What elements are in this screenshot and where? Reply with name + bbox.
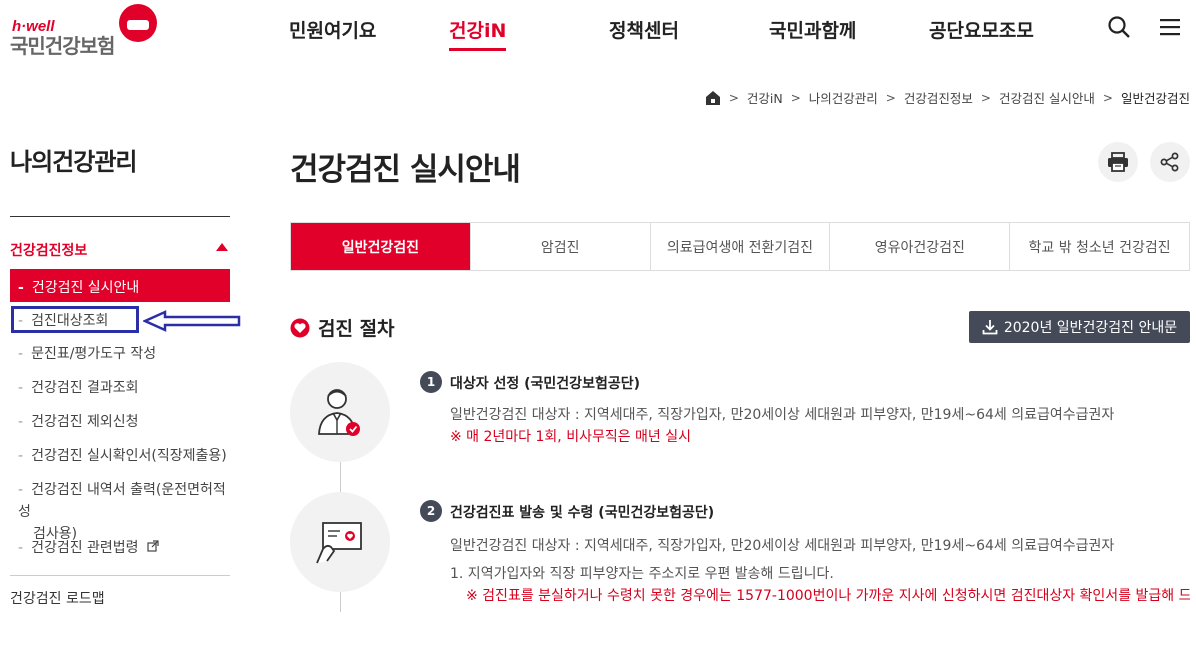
- download-icon: [982, 320, 998, 335]
- external-link-icon: [147, 540, 159, 552]
- annotation-arrow-icon: [143, 310, 241, 332]
- sidebar-item-label: 건강검진 실시안내: [31, 280, 140, 296]
- step-description: 일반건강검진 대상자 : 지역세대주, 직장가입자, 만20세이상 세대원과 피…: [450, 538, 1115, 554]
- global-nav: 민원여기요 건강iN 정책센터 국민과함께 공단요모조모: [0, 16, 1196, 51]
- step-number-badge: 1: [420, 371, 442, 393]
- breadcrumb-item[interactable]: 나의건강관리: [809, 88, 878, 107]
- sidebar-section-label: 건강검진정보: [10, 243, 88, 259]
- print-icon: [1108, 152, 1128, 172]
- sidebar-item-exclusion[interactable]: - 건강검진 제외신청: [18, 411, 233, 433]
- step-note: ※ 매 2년마다 1회, 비사무직은 매년 실시: [450, 429, 692, 445]
- step-connector: [340, 462, 341, 492]
- print-button[interactable]: [1098, 142, 1138, 182]
- tab-infant-checkup[interactable]: 영유아건강검진: [829, 223, 1009, 270]
- sidebar-item-active[interactable]: - 건강검진 실시안내: [10, 269, 230, 302]
- sidebar-divider: [10, 216, 230, 217]
- step-connector: [340, 592, 341, 612]
- tab-youth-checkup[interactable]: 학교 밖 청소년 건강검진: [1009, 223, 1189, 270]
- sidebar-title: 나의건강관리: [10, 148, 137, 176]
- chevron-right-icon: >: [728, 90, 739, 105]
- section-title: 검진 절차: [318, 318, 395, 340]
- sidebar-item-results[interactable]: - 건강검진 결과조회: [18, 377, 233, 399]
- gnb-item-about[interactable]: 공단요모조모: [929, 16, 1034, 43]
- hamburger-menu-icon[interactable]: [1157, 14, 1183, 40]
- sidebar-item-certificate[interactable]: - 건강검진 실시확인서(직장제출용): [18, 445, 233, 467]
- breadcrumb-item[interactable]: 건강iN: [747, 88, 783, 107]
- sidebar-item-laws[interactable]: - 건강검진 관련법령: [18, 537, 233, 559]
- tab-general-checkup[interactable]: 일반건강검진: [291, 223, 470, 270]
- chevron-right-icon: >: [1102, 90, 1113, 105]
- home-icon[interactable]: [705, 90, 721, 106]
- step-note: ※ 검진표를 분실하거나 수령치 못한 경우에는 1577-1000번이나 가까…: [466, 588, 1190, 604]
- collapse-triangle-icon: [216, 243, 228, 251]
- share-icon: [1160, 152, 1179, 172]
- annotation-highlight-box: [11, 306, 139, 333]
- gnb-item-minwon[interactable]: 민원여기요: [289, 16, 376, 43]
- tab-cancer-checkup[interactable]: 암검진: [469, 223, 650, 270]
- gnb-item-health-in[interactable]: 건강iN: [449, 16, 507, 51]
- breadcrumb-item[interactable]: 건강검진정보: [904, 88, 973, 107]
- breadcrumb-item[interactable]: 건강검진 실시안내: [999, 88, 1095, 107]
- step-title: 건강검진표 발송 및 수령 (국민건강보험공단): [450, 505, 715, 521]
- step-illustration: [290, 492, 390, 592]
- step-title: 대상자 선정 (국민건강보험공단): [450, 376, 640, 392]
- page-title: 건강검진 실시안내: [290, 152, 521, 188]
- chevron-right-icon: >: [980, 90, 991, 105]
- step-description: 일반건강검진 대상자 : 지역세대주, 직장가입자, 만20세이상 세대원과 피…: [450, 407, 1115, 423]
- section-heading: 검진 절차: [290, 314, 395, 341]
- chevron-right-icon: >: [790, 90, 801, 105]
- sidebar-item-questionnaire[interactable]: - 문진표/평가도구 작성: [18, 343, 233, 365]
- search-icon[interactable]: [1106, 14, 1132, 40]
- download-guide-button[interactable]: 2020년 일반건강검진 안내문: [969, 311, 1190, 343]
- breadcrumb: > 건강iN > 나의건강관리 > 건강검진정보 > 건강검진 실시안내 > 일…: [705, 88, 1190, 107]
- gnb-item-with-people[interactable]: 국민과함께: [769, 16, 856, 43]
- chevron-right-icon: >: [885, 90, 896, 105]
- sidebar-section-health-checkup[interactable]: 건강검진정보: [10, 240, 230, 260]
- step-number-badge: 2: [420, 500, 442, 522]
- breadcrumb-current: 일반건강검진: [1120, 91, 1190, 106]
- step-description-line: 1. 지역가입자와 직장 피부양자는 주소지로 우편 발송해 드립니다.: [450, 566, 834, 582]
- share-button[interactable]: [1150, 142, 1190, 182]
- sidebar-item-roadmap[interactable]: 건강검진 로드맵: [10, 588, 105, 608]
- tab-medical-aid-checkup[interactable]: 의료급여생애 전환기검진: [649, 223, 830, 270]
- person-icon: [318, 389, 360, 436]
- step-illustration: [290, 362, 390, 462]
- sidebar-divider: [10, 575, 230, 576]
- heart-icon: [290, 318, 310, 337]
- checkup-type-tabs: 일반건강검진 암검진 의료급여생애 전환기검진 영유아건강검진 학교 밖 청소년…: [290, 222, 1190, 271]
- download-label: 2020년 일반건강검진 안내문: [1003, 320, 1178, 336]
- card-in-hand-icon: [316, 522, 362, 564]
- gnb-item-policy[interactable]: 정책센터: [609, 16, 679, 43]
- sidebar-item-statement[interactable]: - 건강검진 내역서 출력(운전면허적성 검사용): [18, 479, 233, 545]
